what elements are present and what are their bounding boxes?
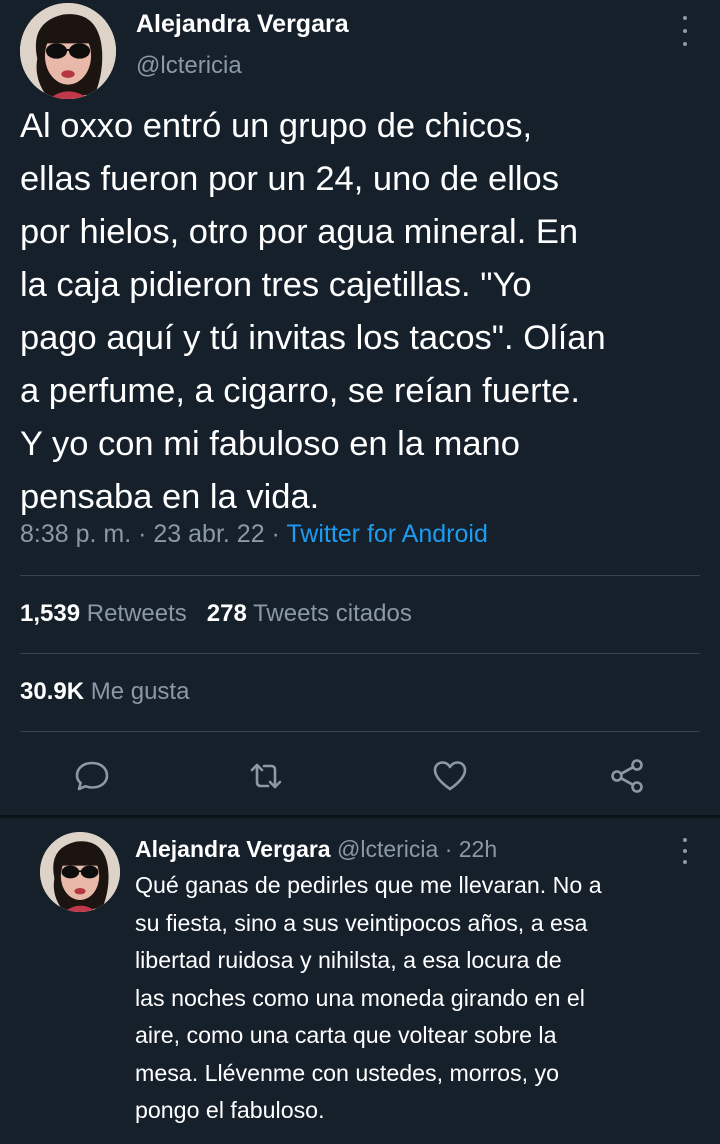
retweet-icon[interactable] — [246, 756, 286, 796]
author-avatar[interactable] — [20, 3, 116, 99]
share-icon[interactable] — [608, 756, 648, 796]
author-handle[interactable]: @lctericia — [136, 52, 242, 80]
likes-stat[interactable]: 30.9K Me gusta — [20, 678, 189, 706]
like-icon[interactable] — [430, 756, 470, 796]
reply-author-name[interactable]: Alejandra Vergara — [135, 836, 331, 862]
quotes-count: 278 — [206, 600, 247, 627]
avatar-image — [20, 3, 116, 99]
reply-text: Qué ganas de pedirles que me llevaran. N… — [135, 872, 602, 1123]
tweet-meta: 8:38 p. m. · 23 abr. 22 · Twitter for An… — [20, 520, 488, 549]
avatar-image — [40, 832, 120, 912]
retweets-stat[interactable]: 1,539 Retweets — [20, 600, 187, 627]
quotes-label: Tweets citados — [253, 600, 412, 627]
tweet-date[interactable]: 23 abr. 22 — [153, 520, 264, 548]
reply-handle-time[interactable]: @lctericia · 22h — [331, 836, 497, 862]
reply-header: Alejandra Vergara @lctericia · 22h — [135, 836, 497, 863]
reply-author-avatar[interactable] — [40, 832, 120, 912]
retweet-stats-row: 1,539 Retweets 278 Tweets citados — [20, 600, 412, 628]
reply-more-options-icon[interactable] — [680, 838, 690, 864]
reply-icon[interactable] — [72, 756, 112, 796]
retweets-label: Retweets — [86, 600, 187, 627]
tweet-time[interactable]: 8:38 p. m. — [20, 520, 131, 548]
action-bar — [0, 752, 720, 798]
likes-label: Me gusta — [90, 678, 190, 705]
section-divider — [0, 815, 720, 818]
quotes-stat[interactable]: 278 Tweets citados — [207, 600, 412, 627]
divider — [20, 653, 700, 654]
author-name[interactable]: Alejandra Vergara — [136, 10, 349, 39]
tweet-source-link[interactable]: Twitter for Android — [286, 520, 487, 548]
meta-separator: · — [264, 520, 287, 548]
likes-count: 30.9K — [20, 678, 85, 705]
more-options-icon[interactable] — [680, 16, 690, 46]
divider — [20, 731, 700, 732]
tweet-text: Al oxxo entró un grupo de chicos, ellas … — [20, 107, 606, 516]
retweets-count: 1,539 — [20, 600, 81, 627]
meta-separator: · — [131, 520, 154, 548]
divider — [20, 575, 700, 576]
